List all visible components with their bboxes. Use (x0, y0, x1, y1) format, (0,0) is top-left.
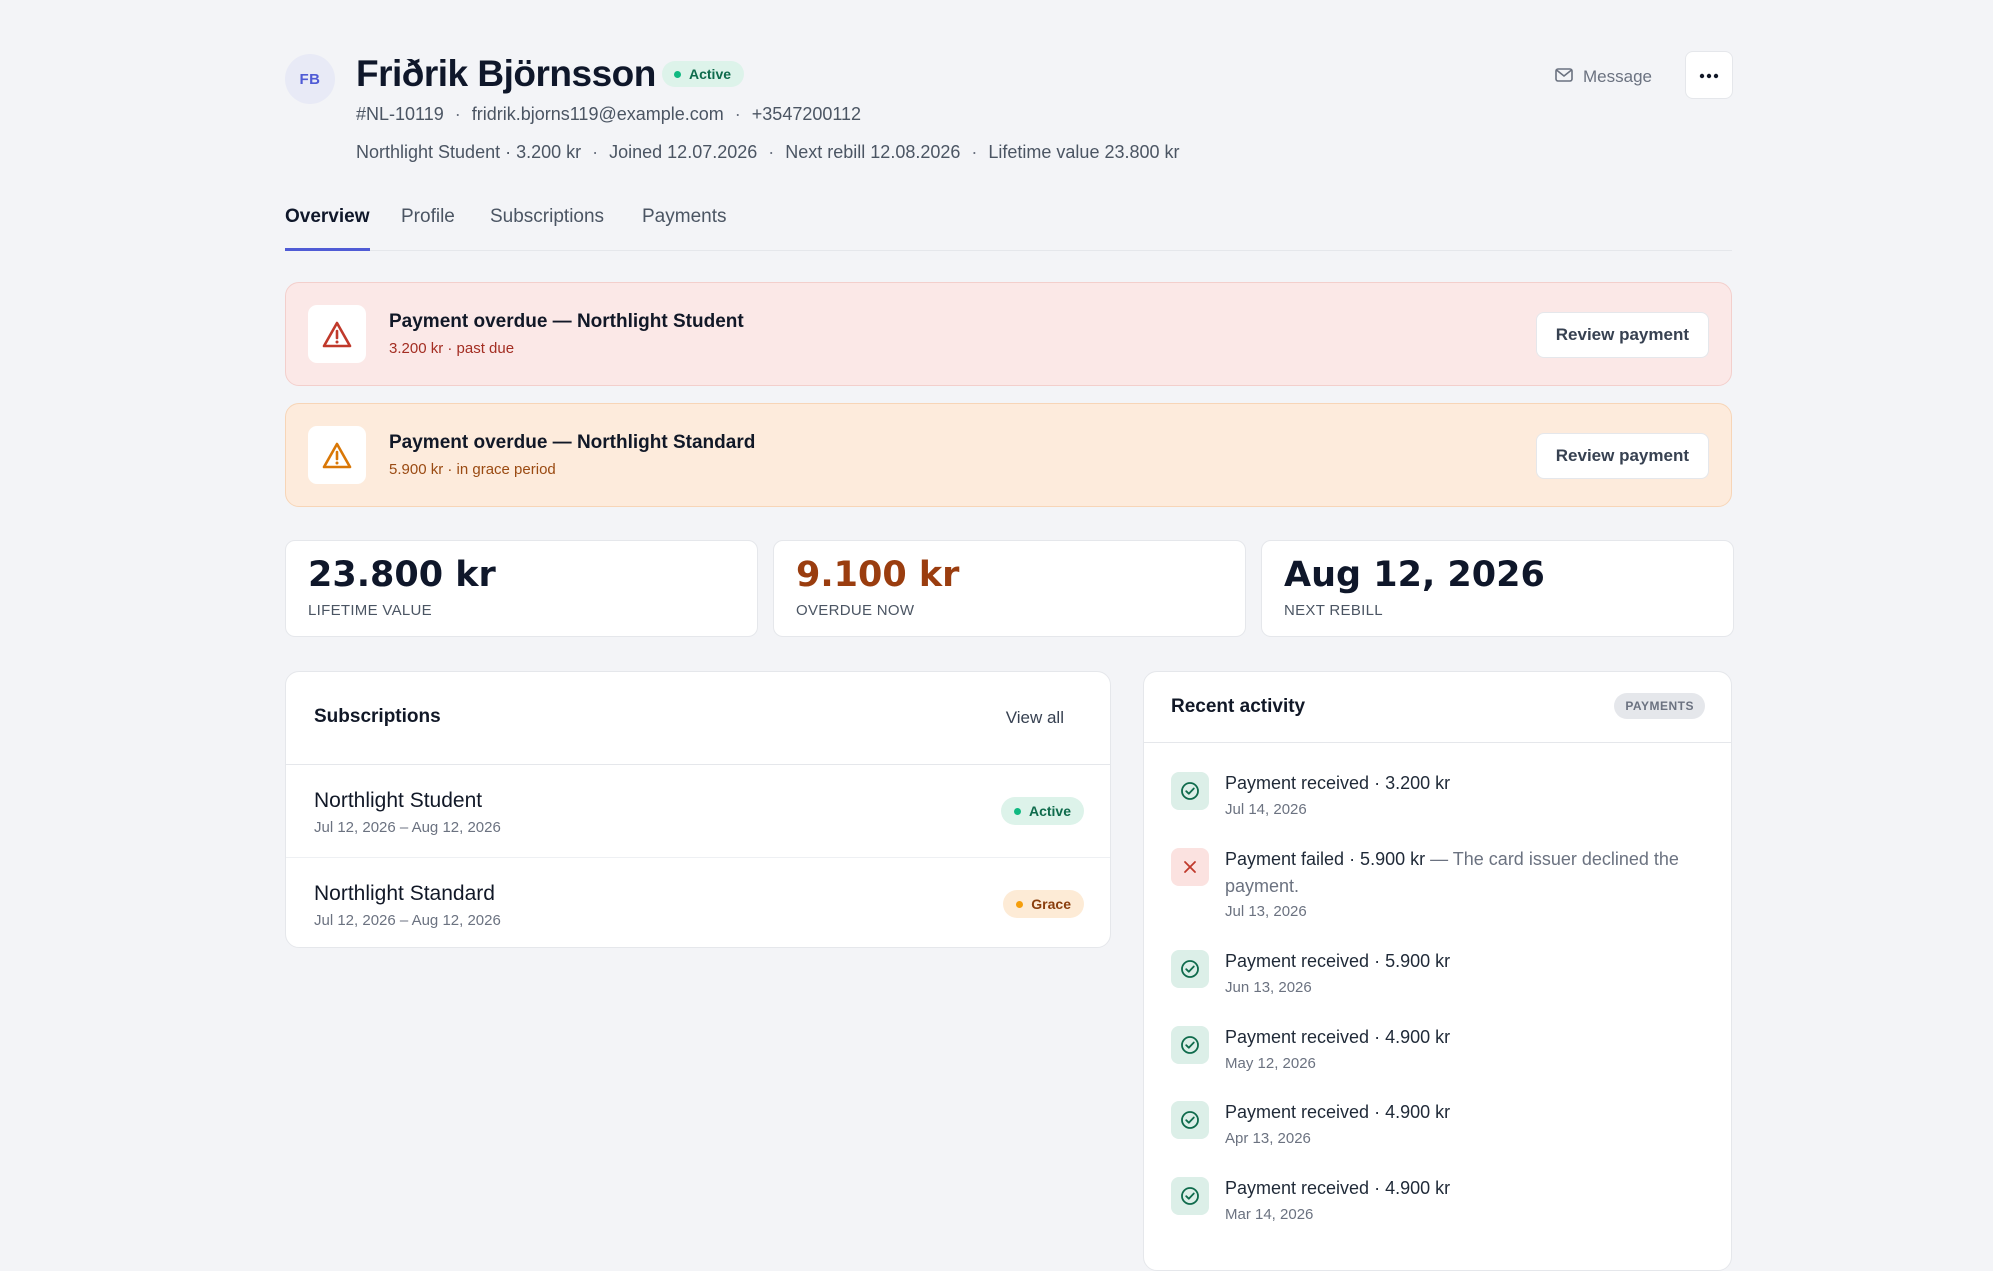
activity-text: Payment received · 4.900 kr (1225, 1178, 1451, 1198)
check-circle-icon (1171, 1101, 1209, 1139)
activity-date: Apr 13, 2026 (1225, 1130, 1311, 1147)
stat-overdue-now: 9.100 kr OVERDUE NOW (773, 540, 1246, 637)
check-circle-icon (1171, 1026, 1209, 1064)
subscriptions-card: Subscriptions View all Northlight Studen… (285, 671, 1111, 948)
customer-name: Friðrik Björnsson (356, 53, 656, 94)
mail-icon (1555, 67, 1573, 87)
account-info: Northlight Student · 3.200 kr · Joined 12.… (356, 142, 1180, 163)
status-badge-label: Active (1028, 803, 1071, 819)
customer-plan: Northlight Student · 3.200 kr (356, 142, 582, 162)
status-badge-label: Grace (1031, 896, 1071, 912)
contact-info: #NL-10119 · fridrik.bjorns119@example.com ·… (356, 104, 861, 125)
payments-badge: PAYMENTS (1614, 693, 1705, 719)
activity-text: Payment received · 4.900 kr (1225, 1027, 1451, 1047)
subscription-name: Northlight Standard (314, 882, 495, 905)
message-button[interactable]: Message (1555, 62, 1652, 92)
alert-subtitle: 5.900 kr · in grace period (389, 461, 556, 478)
x-icon (1171, 848, 1209, 886)
more-horizontal-icon (1699, 66, 1719, 84)
status-badge: Active (662, 61, 745, 87)
subscription-row[interactable]: Northlight Student Jul 12, 2026 – Aug 12… (286, 765, 1110, 858)
alert-overdue-student: Payment overdue — Northlight Student 3.2… (285, 282, 1732, 386)
alert-subtitle: 3.200 kr · past due (389, 340, 515, 357)
customer-detail-page: FB Friðrik Björnsson Active #NL-10119 · fr… (285, 0, 1734, 1271)
alert-title: Payment overdue — Northlight Standard (389, 432, 756, 453)
stat-lifetime-value: 23.800 kr LIFETIME VALUE (285, 540, 758, 637)
warning-triangle-icon (308, 305, 366, 363)
activity-date: Jul 13, 2026 (1225, 903, 1307, 920)
stat-value: 9.100 kr (796, 555, 960, 595)
customer-header: FB Friðrik Björnsson Active #NL-10119 · fr… (285, 0, 1733, 170)
separator: · (454, 104, 461, 124)
tab-subscriptions[interactable]: Subscriptions (490, 206, 604, 248)
stat-label: NEXT REBILL (1284, 602, 1383, 619)
alert-overdue-standard: Payment overdue — Northlight Standard 5.… (285, 403, 1732, 507)
warning-triangle-icon (308, 426, 366, 484)
customer-phone: +3547200112 (751, 104, 862, 124)
customer-email: fridrik.bjorns119@example.com (471, 104, 724, 124)
tab-bar: Overview Profile Subscriptions Payments (285, 190, 1732, 251)
subscription-name: Northlight Student (314, 789, 483, 812)
tab-overview[interactable]: Overview (285, 206, 370, 251)
activity-date: May 12, 2026 (1225, 1055, 1316, 1072)
subscriptions-title: Subscriptions (314, 706, 441, 727)
status-badge: Grace (1003, 890, 1084, 918)
activity-text: Payment received · 4.900 kr (1225, 1102, 1451, 1122)
recent-activity-card: Recent activity PAYMENTS Payment receive… (1143, 671, 1732, 1271)
activity-text-main: Payment failed · 5.900 kr (1225, 849, 1426, 869)
view-all-link[interactable]: View all (1006, 708, 1064, 728)
status-dot-icon (1016, 900, 1024, 908)
status-badge: Active (1000, 797, 1084, 825)
activity-date: Jun 13, 2026 (1225, 979, 1312, 996)
separator: · (971, 142, 978, 162)
separator: · (592, 142, 599, 162)
message-button-label: Message (1583, 67, 1652, 86)
check-circle-icon (1171, 772, 1209, 810)
subscription-row[interactable]: Northlight Standard Jul 12, 2026 – Aug 1… (286, 858, 1110, 950)
subscription-dates: Jul 12, 2026 – Aug 12, 2026 (314, 912, 501, 929)
tab-profile[interactable]: Profile (401, 206, 455, 248)
separator: · (768, 142, 775, 162)
separator: · (734, 104, 741, 124)
stat-label: LIFETIME VALUE (308, 602, 432, 619)
customer-next-rebill: Next rebill 12.08.2026 (785, 142, 961, 162)
check-circle-icon (1171, 1177, 1209, 1215)
more-actions-button[interactable] (1685, 51, 1733, 99)
stat-value: 23.800 kr (308, 555, 496, 595)
stat-next-rebill: Aug 12, 2026 NEXT REBILL (1261, 540, 1734, 637)
recent-activity-header: Recent activity PAYMENTS (1144, 672, 1731, 743)
status-badge-label: Active (689, 66, 732, 82)
recent-activity-title: Recent activity (1171, 696, 1306, 717)
stat-value: Aug 12, 2026 (1284, 555, 1545, 595)
customer-lifetime-value: Lifetime value 23.800 kr (988, 142, 1180, 162)
avatar: FB (285, 54, 335, 104)
subscription-dates: Jul 12, 2026 – Aug 12, 2026 (314, 819, 501, 836)
alert-title: Payment overdue — Northlight Student (389, 311, 744, 332)
review-payment-button[interactable]: Review payment (1535, 433, 1709, 479)
status-dot-icon (1013, 807, 1021, 815)
subscriptions-card-header: Subscriptions View all (286, 672, 1110, 765)
check-circle-icon (1171, 950, 1209, 988)
activity-date: Jul 14, 2026 (1225, 801, 1307, 818)
customer-id: #NL-10119 (356, 104, 444, 124)
stat-label: OVERDUE NOW (796, 602, 915, 619)
status-dot-icon (674, 70, 681, 78)
tab-payments[interactable]: Payments (642, 206, 726, 248)
activity-text: Payment received · 3.200 kr (1225, 773, 1451, 793)
customer-joined: Joined 12.07.2026 (609, 142, 758, 162)
activity-text: Payment received · 5.900 kr (1225, 951, 1451, 971)
activity-date: Mar 14, 2026 (1225, 1206, 1314, 1223)
activity-text: Payment failed · 5.900 kr — The card iss… (1225, 846, 1713, 900)
review-payment-button[interactable]: Review payment (1535, 312, 1709, 358)
